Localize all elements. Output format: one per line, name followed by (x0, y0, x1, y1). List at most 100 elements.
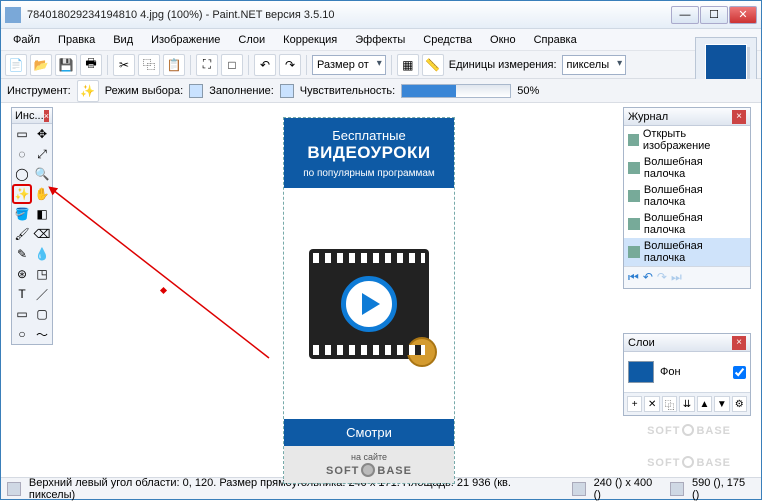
menu-file[interactable]: Файл (5, 31, 48, 49)
tool-clone[interactable]: ⊛ (12, 264, 32, 284)
deselect-button[interactable]: □ (221, 54, 243, 76)
print-button[interactable]: 🖶 (80, 54, 102, 76)
toolbox-close[interactable]: × (44, 110, 49, 122)
layer-dup[interactable]: ⿻ (662, 396, 677, 412)
tool-brush[interactable]: 🖌 (12, 224, 32, 244)
tool-line[interactable]: ／ (32, 284, 52, 304)
watermark: SOFTBASE (647, 454, 731, 469)
menu-layers[interactable]: Слои (230, 31, 273, 49)
layer-props[interactable]: ⚙ (732, 396, 747, 412)
history-prev[interactable]: ↶ (643, 270, 653, 285)
status-dims-icon (572, 482, 586, 496)
layer-delete[interactable]: ✕ (644, 396, 659, 412)
wand-icon (628, 246, 640, 258)
tool-move[interactable]: ✥ (32, 124, 52, 144)
menu-tools[interactable]: Средства (415, 31, 480, 49)
sensitivity-slider[interactable] (401, 84, 511, 98)
layer-add[interactable]: + (627, 396, 642, 412)
tool-rect[interactable]: ▭ (12, 304, 32, 324)
tool-rect-select[interactable]: ▭ (12, 124, 32, 144)
sens-label: Чувствительность: (300, 85, 395, 97)
canvas[interactable]: Бесплатные ВИДЕОУРОКИ по популярным прог… (283, 117, 455, 484)
mode-swatch[interactable] (189, 84, 203, 98)
copy-button[interactable]: ⿻ (138, 54, 160, 76)
app-window: 784018029234194810 4.jpg (100%) - Paint.… (0, 0, 762, 500)
tool-eraser[interactable]: ⌫ (32, 224, 52, 244)
menu-effects[interactable]: Эффекты (347, 31, 413, 49)
size-select[interactable]: Размер от (312, 55, 386, 75)
history-last[interactable]: ⏭ (671, 270, 682, 285)
tool-rrect[interactable]: ▢ (32, 304, 52, 324)
tool-label: Инструмент: (7, 85, 71, 97)
banner-cta: Смотри (284, 419, 454, 446)
toolbox-panel: Инс...× ▭ ✥ ◌ ⤢ ◯ 🔍 ✨ ✋ 🪣 ◧ 🖌 ⌫ ✎ 💧 ⊛ ◳ … (11, 107, 53, 345)
undo-button[interactable]: ↶ (254, 54, 276, 76)
menu-help[interactable]: Справка (526, 31, 585, 49)
fill-swatch[interactable] (280, 84, 294, 98)
sub-toolbar: Инструмент: ✨ Режим выбора: Заполнение: … (1, 79, 761, 103)
history-item[interactable]: Волшебная палочка (624, 154, 750, 182)
history-item[interactable]: Открыть изображение (624, 126, 750, 154)
tool-ellipse[interactable]: ○ (12, 324, 32, 344)
layer-thumb[interactable] (628, 361, 654, 383)
history-item[interactable]: Волшебная палочка (624, 182, 750, 210)
status-coords: 590 (), 175 () (692, 477, 755, 501)
tool-magic-wand[interactable]: ✨ (12, 184, 32, 204)
open-button[interactable]: 📂 (30, 54, 52, 76)
grid-button[interactable]: ▦ (397, 54, 419, 76)
menu-edit[interactable]: Правка (50, 31, 103, 49)
history-item[interactable]: Волшебная палочка (624, 238, 750, 266)
minimize-button[interactable]: — (671, 6, 699, 24)
history-item[interactable]: Волшебная палочка (624, 210, 750, 238)
titlebar: 784018029234194810 4.jpg (100%) - Paint.… (1, 1, 761, 29)
layer-merge[interactable]: ⇊ (679, 396, 694, 412)
banner-line1: Бесплатные (290, 128, 448, 143)
units-select[interactable]: пикселы (562, 55, 627, 75)
tool-text[interactable]: T (12, 284, 32, 304)
fill-label: Заполнение: (209, 85, 274, 97)
layer-name[interactable]: Фон (660, 366, 681, 378)
tool-eyedrop[interactable]: 💧 (32, 244, 52, 264)
history-title: Журнал (628, 111, 668, 123)
tool-recolor[interactable]: ◳ (32, 264, 52, 284)
paste-button[interactable]: 📋 (163, 54, 185, 76)
menu-adjust[interactable]: Коррекция (275, 31, 345, 49)
ruler-button[interactable]: 📏 (422, 54, 444, 76)
tool-free[interactable]: ～ (32, 324, 52, 344)
gear-icon (407, 337, 437, 367)
tool-gradient[interactable]: ◧ (32, 204, 52, 224)
cut-button[interactable]: ✂ (113, 54, 135, 76)
menu-window[interactable]: Окно (482, 31, 524, 49)
layer-up[interactable]: ▲ (697, 396, 712, 412)
layers-close[interactable]: × (732, 336, 746, 350)
crop-button[interactable]: ⛶ (196, 54, 218, 76)
layer-down[interactable]: ▼ (714, 396, 729, 412)
tool-pan[interactable]: ✋ (32, 184, 52, 204)
annotation-arrow (39, 178, 289, 378)
annotation-dot (160, 287, 167, 294)
history-next[interactable]: ↷ (657, 270, 667, 285)
redo-button[interactable]: ↷ (279, 54, 301, 76)
tool-zoom[interactable]: 🔍 (32, 164, 52, 184)
wand-icon (628, 218, 640, 230)
history-close[interactable]: × (732, 110, 746, 124)
tool-bucket[interactable]: 🪣 (12, 204, 32, 224)
tool-lasso[interactable]: ◌ (12, 144, 32, 164)
tool-ellipse-select[interactable]: ◯ (12, 164, 32, 184)
history-first[interactable]: ⏮ (628, 270, 639, 285)
new-button[interactable]: 📄 (5, 54, 27, 76)
wand-icon (628, 162, 640, 174)
close-button[interactable]: ✕ (729, 6, 757, 24)
tool-move-sel[interactable]: ⤢ (32, 144, 52, 164)
sens-value: 50% (517, 85, 539, 97)
status-coords-icon (670, 482, 684, 496)
maximize-button[interactable]: ☐ (700, 6, 728, 24)
menu-image[interactable]: Изображение (143, 31, 228, 49)
layer-visible-checkbox[interactable] (733, 366, 746, 379)
menu-view[interactable]: Вид (105, 31, 141, 49)
menubar: Файл Правка Вид Изображение Слои Коррекц… (1, 29, 761, 51)
tool-pencil[interactable]: ✎ (12, 244, 32, 264)
tool-icon[interactable]: ✨ (77, 80, 99, 102)
banner-line3: по популярным программам (290, 167, 448, 180)
save-button[interactable]: 💾 (55, 54, 77, 76)
